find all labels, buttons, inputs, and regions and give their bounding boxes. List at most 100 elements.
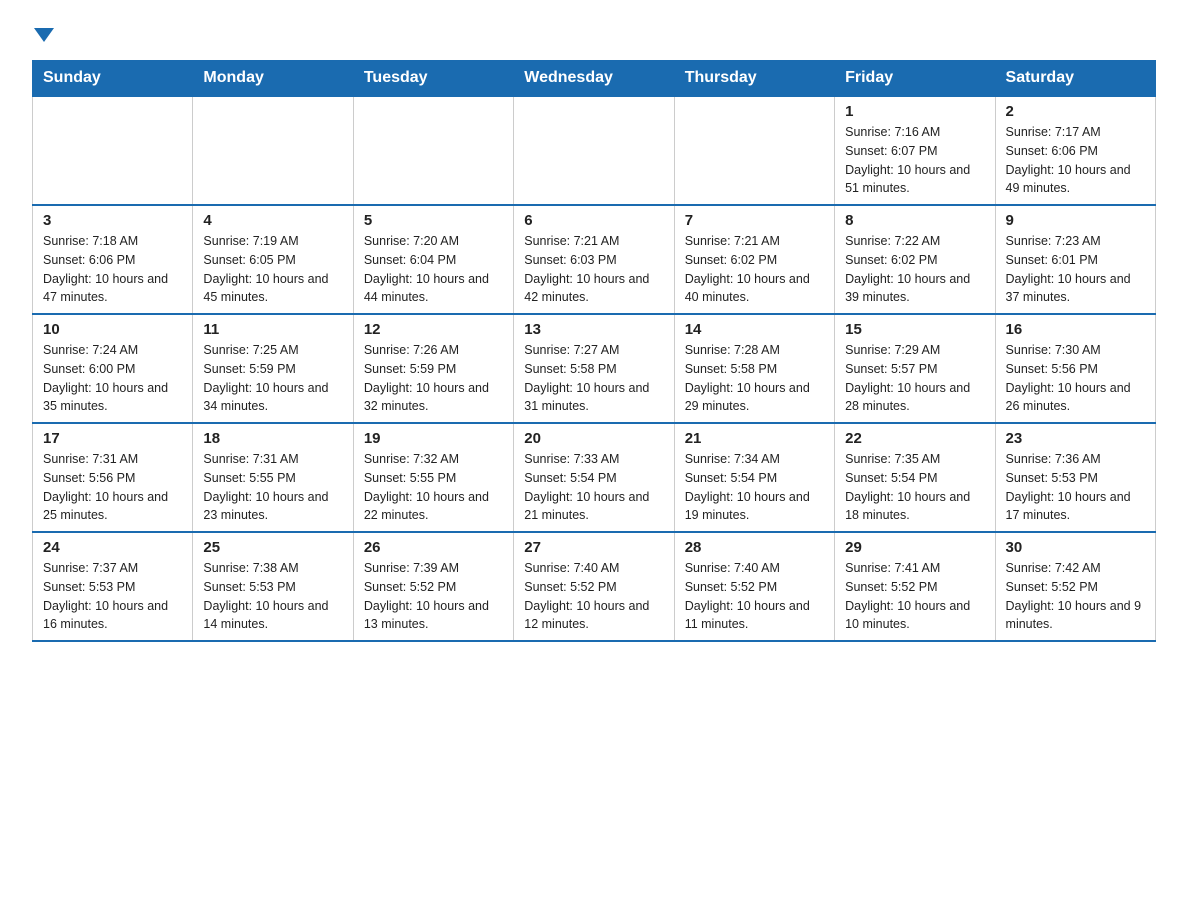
day-info: Sunrise: 7:20 AM Sunset: 6:04 PM Dayligh… [364,232,503,307]
calendar-cell: 9 Sunrise: 7:23 AM Sunset: 6:01 PM Daylig… [995,205,1155,314]
day-info: Sunrise: 7:31 AM Sunset: 5:56 PM Dayligh… [43,450,182,525]
calendar-table: SundayMondayTuesdayWednesdayThursdayFrid… [32,60,1156,642]
calendar-cell: 24 Sunrise: 7:37 AM Sunset: 5:53 PM Dayli… [33,532,193,641]
calendar-cell: 28 Sunrise: 7:40 AM Sunset: 5:52 PM Dayli… [674,532,834,641]
day-info: Sunrise: 7:18 AM Sunset: 6:06 PM Dayligh… [43,232,182,307]
calendar-cell: 23 Sunrise: 7:36 AM Sunset: 5:53 PM Dayli… [995,423,1155,532]
calendar-cell: 21 Sunrise: 7:34 AM Sunset: 5:54 PM Dayli… [674,423,834,532]
calendar-cell: 2Sunrise: 7:17 AM Sunset: 6:06 PM Daylig… [995,96,1155,205]
day-info: Sunrise: 7:36 AM Sunset: 5:53 PM Dayligh… [1006,450,1145,525]
calendar-cell: 1 Sunrise: 7:16 AM Sunset: 6:07 PM Daylig… [835,96,995,205]
calendar-week-3: 10Sunrise: 7:24 AM Sunset: 6:00 PM Dayli… [33,314,1156,423]
calendar-week-1: 1 Sunrise: 7:16 AM Sunset: 6:07 PM Daylig… [33,96,1156,205]
day-number: 4 [203,212,342,229]
day-info: Sunrise: 7:26 AM Sunset: 5:59 PM Dayligh… [364,341,503,416]
calendar-cell: 15Sunrise: 7:29 AM Sunset: 5:57 PM Dayli… [835,314,995,423]
day-number: 8 [845,212,984,229]
day-number: 24 [43,539,182,556]
calendar-cell: 13Sunrise: 7:27 AM Sunset: 5:58 PM Dayli… [514,314,674,423]
calendar-cell: 18 Sunrise: 7:31 AM Sunset: 5:55 PM Dayli… [193,423,353,532]
calendar-cell: 14 Sunrise: 7:28 AM Sunset: 5:58 PM Dayli… [674,314,834,423]
day-number: 19 [364,430,503,447]
calendar-cell [193,96,353,205]
day-info: Sunrise: 7:28 AM Sunset: 5:58 PM Dayligh… [685,341,824,416]
day-number: 25 [203,539,342,556]
calendar-cell: 3 Sunrise: 7:18 AM Sunset: 6:06 PM Daylig… [33,205,193,314]
day-info: Sunrise: 7:30 AM Sunset: 5:56 PM Dayligh… [1006,341,1145,416]
day-info: Sunrise: 7:24 AM Sunset: 6:00 PM Dayligh… [43,341,182,416]
day-info: Sunrise: 7:32 AM Sunset: 5:55 PM Dayligh… [364,450,503,525]
day-info: Sunrise: 7:19 AM Sunset: 6:05 PM Dayligh… [203,232,342,307]
calendar-cell: 17 Sunrise: 7:31 AM Sunset: 5:56 PM Dayli… [33,423,193,532]
calendar-cell: 25 Sunrise: 7:38 AM Sunset: 5:53 PM Dayli… [193,532,353,641]
day-info: Sunrise: 7:33 AM Sunset: 5:54 PM Dayligh… [524,450,663,525]
day-number: 1 [845,103,984,120]
day-number: 13 [524,321,663,338]
day-number: 29 [845,539,984,556]
weekday-header-friday: Friday [835,61,995,97]
day-info: Sunrise: 7:38 AM Sunset: 5:53 PM Dayligh… [203,559,342,634]
day-info: Sunrise: 7:41 AM Sunset: 5:52 PM Dayligh… [845,559,984,634]
weekday-header-saturday: Saturday [995,61,1155,97]
weekday-header-thursday: Thursday [674,61,834,97]
day-number: 20 [524,430,663,447]
day-info: Sunrise: 7:21 AM Sunset: 6:03 PM Dayligh… [524,232,663,307]
day-info: Sunrise: 7:25 AM Sunset: 5:59 PM Dayligh… [203,341,342,416]
day-info: Sunrise: 7:40 AM Sunset: 5:52 PM Dayligh… [524,559,663,634]
weekday-header-wednesday: Wednesday [514,61,674,97]
day-info: Sunrise: 7:34 AM Sunset: 5:54 PM Dayligh… [685,450,824,525]
day-info: Sunrise: 7:17 AM Sunset: 6:06 PM Dayligh… [1006,123,1145,198]
logo-general [32,24,54,42]
calendar-cell: 30 Sunrise: 7:42 AM Sunset: 5:52 PM Dayli… [995,532,1155,641]
calendar-week-4: 17 Sunrise: 7:31 AM Sunset: 5:56 PM Dayli… [33,423,1156,532]
day-number: 15 [845,321,984,338]
day-number: 9 [1006,212,1145,229]
calendar-cell: 7 Sunrise: 7:21 AM Sunset: 6:02 PM Daylig… [674,205,834,314]
calendar-cell: 20 Sunrise: 7:33 AM Sunset: 5:54 PM Dayli… [514,423,674,532]
weekday-header-monday: Monday [193,61,353,97]
calendar-cell: 6 Sunrise: 7:21 AM Sunset: 6:03 PM Daylig… [514,205,674,314]
calendar-cell [514,96,674,205]
day-number: 28 [685,539,824,556]
calendar-week-5: 24 Sunrise: 7:37 AM Sunset: 5:53 PM Dayli… [33,532,1156,641]
calendar-cell [353,96,513,205]
day-number: 7 [685,212,824,229]
day-info: Sunrise: 7:35 AM Sunset: 5:54 PM Dayligh… [845,450,984,525]
calendar-cell: 22Sunrise: 7:35 AM Sunset: 5:54 PM Dayli… [835,423,995,532]
day-number: 6 [524,212,663,229]
calendar-cell: 11Sunrise: 7:25 AM Sunset: 5:59 PM Dayli… [193,314,353,423]
day-info: Sunrise: 7:23 AM Sunset: 6:01 PM Dayligh… [1006,232,1145,307]
day-info: Sunrise: 7:16 AM Sunset: 6:07 PM Dayligh… [845,123,984,198]
day-number: 14 [685,321,824,338]
day-number: 3 [43,212,182,229]
day-number: 17 [43,430,182,447]
day-number: 5 [364,212,503,229]
calendar-header-row: SundayMondayTuesdayWednesdayThursdayFrid… [33,61,1156,97]
day-number: 16 [1006,321,1145,338]
day-info: Sunrise: 7:39 AM Sunset: 5:52 PM Dayligh… [364,559,503,634]
calendar-cell: 16 Sunrise: 7:30 AM Sunset: 5:56 PM Dayli… [995,314,1155,423]
day-number: 18 [203,430,342,447]
day-info: Sunrise: 7:40 AM Sunset: 5:52 PM Dayligh… [685,559,824,634]
day-info: Sunrise: 7:31 AM Sunset: 5:55 PM Dayligh… [203,450,342,525]
calendar-cell: 19 Sunrise: 7:32 AM Sunset: 5:55 PM Dayli… [353,423,513,532]
calendar-cell: 10Sunrise: 7:24 AM Sunset: 6:00 PM Dayli… [33,314,193,423]
calendar-cell: 12 Sunrise: 7:26 AM Sunset: 5:59 PM Dayli… [353,314,513,423]
calendar-cell: 4 Sunrise: 7:19 AM Sunset: 6:05 PM Daylig… [193,205,353,314]
calendar-cell: 5 Sunrise: 7:20 AM Sunset: 6:04 PM Daylig… [353,205,513,314]
calendar-cell: 26 Sunrise: 7:39 AM Sunset: 5:52 PM Dayli… [353,532,513,641]
calendar-cell: 29 Sunrise: 7:41 AM Sunset: 5:52 PM Dayli… [835,532,995,641]
day-number: 23 [1006,430,1145,447]
day-number: 12 [364,321,503,338]
day-info: Sunrise: 7:21 AM Sunset: 6:02 PM Dayligh… [685,232,824,307]
calendar-cell: 27 Sunrise: 7:40 AM Sunset: 5:52 PM Dayli… [514,532,674,641]
calendar-cell [33,96,193,205]
day-number: 21 [685,430,824,447]
day-info: Sunrise: 7:22 AM Sunset: 6:02 PM Dayligh… [845,232,984,307]
day-info: Sunrise: 7:42 AM Sunset: 5:52 PM Dayligh… [1006,559,1145,634]
calendar-cell: 8 Sunrise: 7:22 AM Sunset: 6:02 PM Daylig… [835,205,995,314]
day-info: Sunrise: 7:37 AM Sunset: 5:53 PM Dayligh… [43,559,182,634]
day-number: 30 [1006,539,1145,556]
day-number: 27 [524,539,663,556]
day-number: 26 [364,539,503,556]
